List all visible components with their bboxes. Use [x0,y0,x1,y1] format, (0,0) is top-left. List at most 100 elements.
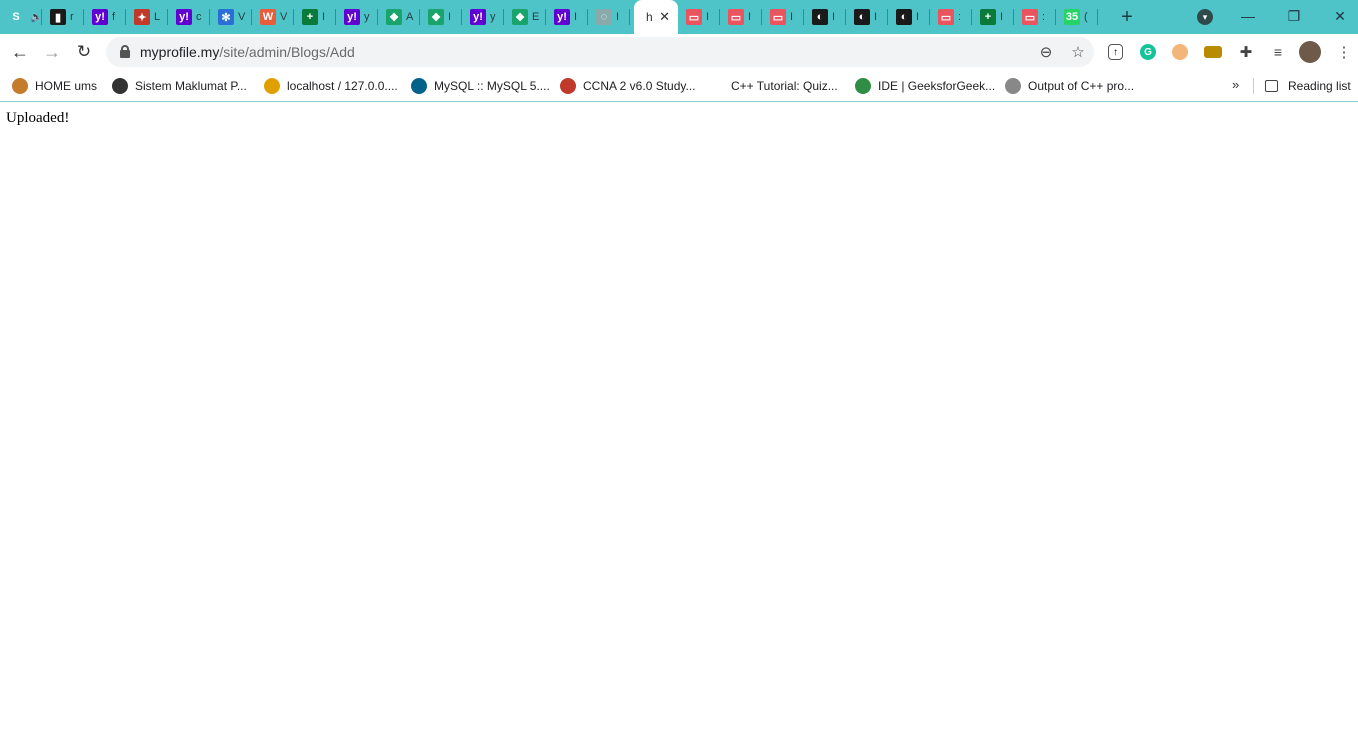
restore-icon[interactable]: ❐ [1274,4,1314,28]
url-host: myprofile.my [140,44,220,60]
new-tab-button[interactable]: + [1115,5,1139,29]
gfg-box-icon [1005,78,1021,94]
url-text[interactable]: myprofile.my/site/admin/Blogs/Add [140,44,355,60]
tab[interactable]: ◐ I [888,0,930,34]
minimize-icon[interactable]: — [1228,4,1268,28]
bookmark-label: localhost / 127.0.0.... [287,79,398,93]
bookmarks-divider [1253,78,1254,94]
close-window-icon[interactable]: ✕ [1320,4,1358,28]
tab[interactable]: ❖ E [504,0,546,34]
extension-upload-icon[interactable]: ↑ [1108,44,1123,60]
lock-icon[interactable] [120,45,130,58]
sound-icon: S [8,9,24,25]
bookmark-label: MySQL :: MySQL 5.... [434,79,550,93]
tab[interactable]: y! y [462,0,504,34]
tab[interactable]: + I [294,0,336,34]
tab-title: I [916,11,920,23]
tab-title: I [706,11,710,23]
tab[interactable]: ▭: [930,0,972,34]
grammarly-icon[interactable]: G [1140,44,1156,60]
pma-icon [264,78,280,94]
address-bar[interactable]: myprofile.my/site/admin/Blogs/Add ⊖ ☆ [106,37,1094,67]
tab-active[interactable]: h ✕ [634,0,678,34]
tab[interactable]: ▮ r [42,0,84,34]
tab-search-icon[interactable]: ▾ [1197,9,1213,25]
tab-title: I [832,11,836,23]
tab[interactable]: ✦ L [126,0,168,34]
bookmark-label: Output of C++ pro... [1028,79,1135,93]
media-control-icon[interactable]: ≡ [1268,42,1288,62]
forward-icon[interactable]: → [40,40,64,64]
globe-icon [112,78,128,94]
extensions-puzzle-icon[interactable]: ✚ [1236,42,1256,62]
jar-extension-icon[interactable] [1204,46,1222,58]
bookmark-label: IDE | GeeksforGeek... [878,79,996,93]
red-figure-icon: ✦ [134,9,150,25]
url-path: /site/admin/Blogs/Add [219,44,355,60]
tab[interactable]: ▭ I [762,0,804,34]
menu-kebab-icon[interactable]: ⋮ [1334,42,1354,62]
tab[interactable]: y! y [336,0,378,34]
bookmark-item[interactable]: MySQL :: MySQL 5.... [411,76,550,96]
tab[interactable]: ◐ I [804,0,846,34]
tab[interactable]: SS🔈 [0,0,42,34]
snowflake-icon: ✻ [218,9,234,25]
tab[interactable]: WV [252,0,294,34]
tab[interactable]: 35 ( [1056,0,1098,34]
bookmark-star-icon[interactable]: ☆ [1068,42,1088,62]
tab-separator [629,9,630,25]
bookmark-item[interactable]: Output of C++ pro... [1005,76,1134,96]
tab[interactable]: y! c [168,0,210,34]
close-tab-icon[interactable]: ✕ [659,9,670,25]
tab[interactable]: y! I [546,0,588,34]
tab-title: A [406,11,414,23]
avatar-extension-icon[interactable] [1172,44,1188,60]
bookmark-label: HOME ums [35,79,98,93]
upload-status-message: Uploaded! [6,110,70,126]
tab[interactable]: ▭ I [720,0,762,34]
tab-separator [1097,9,1098,25]
profile-avatar[interactable] [1299,41,1321,63]
tab[interactable]: ❖ A [378,0,420,34]
more-bookmarks-chevron-icon[interactable]: » [1232,77,1239,92]
tab-title: I [322,11,326,23]
bookmark-item[interactable]: HOME ums [12,76,97,96]
tab[interactable]: y! f [84,0,126,34]
tab-title: V [238,11,246,23]
bookmark-item[interactable]: localhost / 127.0.0.... [264,76,398,96]
bookmark-label: Sistem Maklumat P... [135,79,247,93]
w-icon: W [260,9,276,25]
whatsapp-icon: 35 [1064,9,1080,25]
tab-title: y [364,11,370,23]
red-window-icon: ▭ [1022,9,1038,25]
tab-title: I [574,11,578,23]
yahoo-icon: y! [554,9,570,25]
zoom-icon[interactable]: ⊖ [1036,42,1056,62]
tab[interactable]: ❖ I [420,0,462,34]
reload-icon[interactable]: ↻ [72,40,96,64]
red-window-icon: ▭ [686,9,702,25]
tab-title: I [1000,11,1004,23]
tab-title: : [958,11,962,23]
tab[interactable]: ◐ I [846,0,888,34]
bookmark-item[interactable]: IDE | GeeksforGeek... [855,76,995,96]
bookmark-item[interactable]: CCNA 2 v6.0 Study... [560,76,696,96]
tab-title: I [748,11,752,23]
bookmark-item[interactable]: C++ Tutorial: Quiz... [708,76,838,96]
back-icon[interactable]: ← [8,40,32,64]
tab[interactable]: ▭: [1014,0,1056,34]
cisco-icon [560,78,576,94]
tab[interactable]: ▭ I [678,0,720,34]
tab[interactable]: + I [972,0,1014,34]
bookmark-label: C++ Tutorial: Quiz... [731,79,838,93]
tab-title: L [154,11,161,23]
tab[interactable]: ◌ I [588,0,630,34]
red-window-icon: ▭ [728,9,744,25]
tab[interactable]: ✻ V [210,0,252,34]
bookmark-item[interactable]: Sistem Maklumat P... [112,76,247,96]
yahoo-icon: y! [176,9,192,25]
diamond-icon: ❖ [428,9,444,25]
reading-list-button[interactable]: Reading list [1265,76,1351,96]
red-window-icon: ▭ [770,9,786,25]
globe-icon: ◐ [812,9,828,25]
